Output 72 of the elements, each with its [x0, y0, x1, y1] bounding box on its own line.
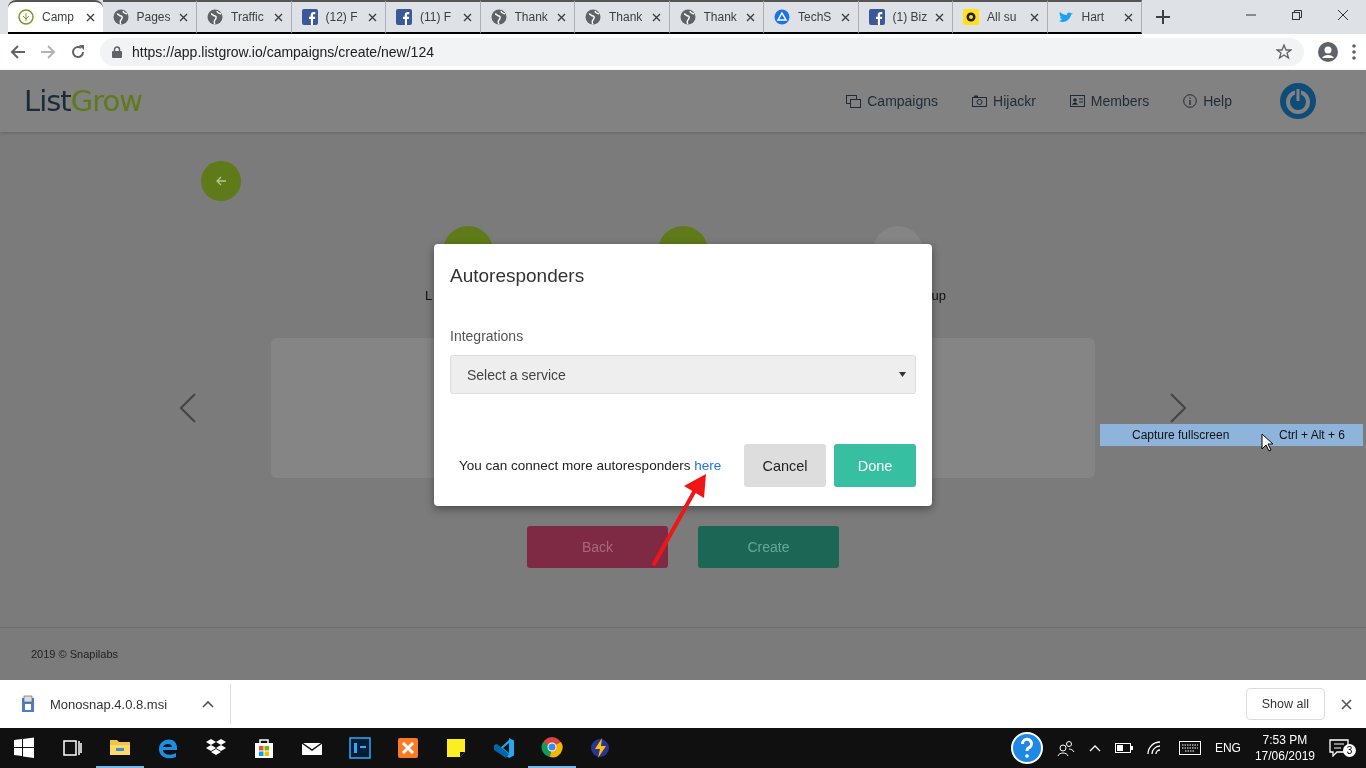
close-icon[interactable]: [557, 12, 566, 22]
nav-link[interactable]: Help: [1183, 93, 1232, 109]
browser-e-icon[interactable]: [157, 737, 179, 759]
facebook-icon: [301, 9, 318, 25]
close-icon[interactable]: [179, 12, 188, 22]
shortcut-text: Ctrl + Alt + 6: [1278, 428, 1345, 442]
close-icon[interactable]: [651, 12, 661, 22]
clock[interactable]: 7:53 PM 17/06/2019: [1254, 732, 1315, 764]
task-view-icon[interactable]: [61, 737, 83, 759]
close-icon[interactable]: [746, 12, 755, 22]
back-icon[interactable]: [10, 44, 26, 60]
installer-icon: [20, 695, 36, 713]
keyboard-icon[interactable]: [1178, 741, 1201, 755]
facebook-icon: [868, 9, 885, 25]
reload-icon[interactable]: [70, 44, 86, 60]
code-editor-icon[interactable]: [493, 737, 515, 759]
globe-icon: [207, 9, 223, 25]
chrome-icon[interactable]: [541, 736, 563, 758]
close-icon[interactable]: [1124, 12, 1133, 22]
show-all-button[interactable]: Show all: [1245, 688, 1325, 720]
store-icon[interactable]: [253, 737, 275, 759]
logo[interactable]: ListGrow: [24, 84, 142, 118]
globe-icon: [585, 9, 601, 25]
nav-link[interactable]: Members: [1069, 93, 1150, 109]
info-icon: [1183, 94, 1198, 108]
cursor-icon: [1261, 433, 1274, 452]
close-icon[interactable]: [840, 12, 850, 22]
facebook-icon: [396, 9, 412, 25]
service-select[interactable]: Select a service: [450, 355, 916, 394]
close-icon[interactable]: [1029, 12, 1039, 22]
cancel-button[interactable]: Cancel: [744, 444, 826, 487]
arrow-left-icon: [215, 176, 227, 186]
bird-icon: [1057, 9, 1074, 25]
url-text: https://app.listgrow.io/campaigns/create/new/124: [132, 44, 434, 60]
globe-icon: [112, 9, 129, 25]
camera-icon: [972, 95, 988, 107]
field-label: Integrations: [450, 328, 525, 344]
star-icon[interactable]: [1276, 44, 1292, 60]
address-bar[interactable]: https://app.listgrow.io/campaigns/create/new/124: [100, 38, 1304, 66]
close-icon[interactable]: [368, 12, 377, 22]
browser-tab[interactable]: Camp: [8, 0, 103, 34]
close-icon[interactable]: [935, 12, 944, 22]
step-label: up: [931, 288, 946, 303]
step-label: L: [425, 288, 433, 303]
account-icon[interactable]: [1318, 42, 1338, 62]
windows-stack-icon: [846, 94, 862, 108]
dropdown-caret-icon: [899, 372, 906, 377]
close-icon[interactable]: [1341, 698, 1352, 710]
help-icon[interactable]: [1010, 732, 1043, 764]
nav-link[interactable]: Hijackr: [972, 93, 1036, 109]
close-icon[interactable]: [462, 12, 472, 22]
connect-note: You can connect more autoresponders here: [459, 458, 723, 473]
battery-icon[interactable]: [1114, 743, 1133, 753]
close-icon[interactable]: [85, 12, 95, 22]
nav-link[interactable]: Campaigns: [846, 93, 939, 109]
modal-title: Autoresponders: [450, 265, 586, 287]
download-filename[interactable]: Monosnap.4.0.8.msi: [50, 696, 168, 712]
lightning-icon[interactable]: [589, 737, 611, 759]
menu-icon[interactable]: [1352, 44, 1356, 60]
tooltip-label: Capture fullscreen: [1132, 428, 1230, 442]
footer-text: 2019 © Snapilabs: [31, 648, 118, 660]
here-link[interactable]: here: [694, 458, 722, 473]
windows-icon[interactable]: [13, 737, 35, 759]
globe-icon: [679, 9, 696, 25]
chevron-up-icon[interactable]: [202, 700, 214, 708]
globe-icon: [490, 9, 507, 25]
close-icon[interactable]: [273, 12, 283, 22]
sticky-note-icon[interactable]: [445, 737, 467, 759]
lock-icon: [112, 46, 122, 58]
language-indicator[interactable]: ENG: [1214, 741, 1241, 755]
people-icon[interactable]: [1056, 739, 1075, 757]
id-card-icon: [1069, 95, 1085, 107]
